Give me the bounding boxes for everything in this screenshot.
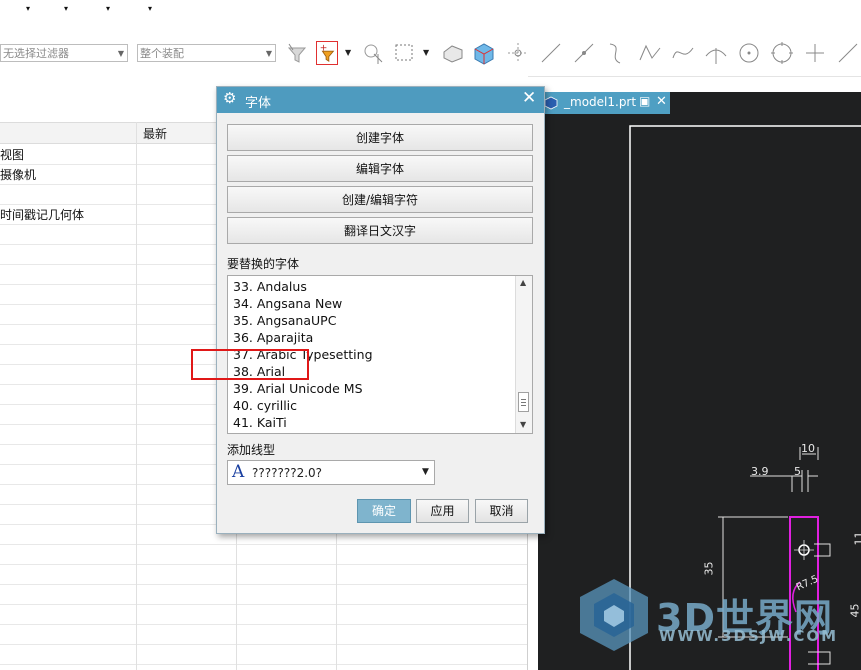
menu-dropdown-3[interactable]: ▾ bbox=[106, 4, 110, 13]
circle-center-icon[interactable] bbox=[769, 40, 795, 66]
nav-row bbox=[0, 544, 528, 565]
font-item[interactable]: 35. AngsanaUPC bbox=[233, 312, 336, 329]
nav-row bbox=[0, 564, 528, 585]
nav-row-label: 视图 bbox=[0, 148, 25, 162]
edit-font-button[interactable]: 编辑字体 bbox=[227, 155, 533, 182]
show-hide-icon[interactable] bbox=[440, 40, 466, 66]
toolbar: 无选择过滤器 ▼ 整个装配 ▼ + ▼ ▼ bbox=[0, 36, 861, 77]
font-glyph-icon: A bbox=[232, 462, 245, 482]
add-linetype-label: 添加线型 bbox=[227, 443, 276, 457]
chevron-down-icon: ▼ bbox=[117, 49, 124, 58]
dim-45: 45 bbox=[848, 603, 861, 618]
nav-row-label: 时间戳记几何体 bbox=[0, 208, 85, 222]
rectangle-select-icon[interactable] bbox=[392, 40, 418, 66]
nav-row bbox=[0, 624, 528, 645]
point-icon[interactable] bbox=[802, 40, 828, 66]
line-tool-icon[interactable] bbox=[835, 40, 861, 66]
column-latest[interactable]: 最新 bbox=[143, 125, 167, 142]
part-file-icon bbox=[544, 96, 558, 110]
create-edit-character-button[interactable]: 创建/编辑字符 bbox=[227, 186, 533, 213]
font-item[interactable]: 33. Andalus bbox=[233, 278, 307, 295]
move-handle-icon[interactable] bbox=[505, 40, 531, 66]
highlight-box bbox=[191, 349, 309, 380]
linetype-value: ???????2.0? bbox=[252, 466, 323, 480]
scroll-down-icon[interactable]: ▼ bbox=[520, 420, 526, 429]
dim-10: 10 bbox=[801, 442, 815, 455]
close-icon[interactable]: ✕ bbox=[522, 88, 536, 108]
line-two-point-icon[interactable] bbox=[571, 40, 597, 66]
dialog-title: 字体 bbox=[245, 96, 272, 111]
assembly-scope-value: 整个装配 bbox=[140, 47, 184, 60]
font-item[interactable]: 34. Angsana New bbox=[233, 295, 342, 312]
close-icon[interactable]: ✕ bbox=[656, 94, 667, 109]
assembly-scope-combo[interactable]: 整个装配 ▼ bbox=[137, 44, 276, 62]
general-selection-icon[interactable] bbox=[285, 40, 311, 66]
gear-icon: ⚙ bbox=[223, 89, 237, 107]
nav-row-label: 摄像机 bbox=[0, 168, 37, 182]
nav-row bbox=[0, 604, 528, 625]
arc-icon[interactable] bbox=[703, 40, 729, 66]
menu-dropdown-1[interactable]: ▾ bbox=[26, 4, 30, 13]
linetype-select[interactable]: A ???????2.0? ▼ bbox=[227, 460, 435, 485]
selection-filter-combo[interactable]: 无选择过滤器 ▼ bbox=[0, 44, 128, 62]
font-dialog: ⚙ 字体 ✕ 创建字体 编辑字体 创建/编辑字符 翻译日文汉字 要替换的字体 3… bbox=[216, 86, 545, 534]
column-divider bbox=[336, 516, 337, 670]
translate-kanji-button[interactable]: 翻译日文汉字 bbox=[227, 217, 533, 244]
watermark-url: WWW.3DSJW.COM bbox=[659, 627, 839, 645]
ok-button[interactable]: 确定 bbox=[357, 499, 411, 523]
replace-font-label: 要替换的字体 bbox=[227, 257, 300, 271]
cancel-button[interactable]: 取消 bbox=[475, 499, 528, 523]
solid-body-icon[interactable] bbox=[471, 40, 497, 66]
scroll-up-icon[interactable]: ▲ bbox=[520, 278, 526, 287]
curve-icon[interactable] bbox=[604, 40, 630, 66]
dim-35: 35 bbox=[702, 561, 716, 576]
apply-button[interactable]: 应用 bbox=[416, 499, 469, 523]
menu-dropdown-2[interactable]: ▾ bbox=[64, 4, 68, 13]
font-list-scrollbar[interactable]: ▲ ▼ bbox=[515, 276, 532, 433]
dim-5: 5 bbox=[794, 465, 801, 478]
tab-title: _model1.prt bbox=[564, 95, 637, 109]
column-divider bbox=[136, 122, 137, 670]
font-item[interactable]: 40. cyrillic bbox=[233, 397, 297, 414]
line-icon[interactable] bbox=[538, 40, 564, 66]
dim-3.9: 3.9 bbox=[751, 465, 769, 478]
nav-row bbox=[0, 584, 528, 605]
column-divider bbox=[236, 516, 237, 670]
menu-dropdown-4[interactable]: ▾ bbox=[148, 4, 152, 13]
font-item[interactable]: 41. KaiTi bbox=[233, 414, 287, 431]
spline-icon[interactable] bbox=[670, 40, 696, 66]
font-item[interactable]: 39. Arial Unicode MS bbox=[233, 380, 363, 397]
modified-icon: ▣ bbox=[639, 94, 651, 108]
chevron-down-icon[interactable]: ▼ bbox=[345, 48, 351, 57]
chevron-down-icon: ▼ bbox=[265, 49, 272, 58]
brand-logo-icon bbox=[580, 579, 648, 651]
font-item[interactable]: 36. Aparajita bbox=[233, 329, 313, 346]
chevron-down-icon[interactable]: ▼ bbox=[423, 48, 429, 57]
polyline-icon[interactable] bbox=[637, 40, 663, 66]
chevron-down-icon: ▼ bbox=[422, 467, 429, 477]
nav-row bbox=[0, 644, 528, 665]
tab-model1[interactable]: _model1.prt ▣ ✕ bbox=[540, 92, 670, 114]
snap-point-icon[interactable] bbox=[360, 40, 386, 66]
scrollbar-thumb[interactable] bbox=[518, 392, 529, 412]
dialog-title-bar[interactable]: ⚙ 字体 ✕ bbox=[217, 87, 544, 113]
circle-icon[interactable] bbox=[736, 40, 762, 66]
dim-11: 11 bbox=[852, 531, 861, 546]
create-font-button[interactable]: 创建字体 bbox=[227, 124, 533, 151]
selection-filter-value: 无选择过滤器 bbox=[3, 47, 69, 60]
menu-bar: ▾ ▾ ▾ ▾ bbox=[0, 0, 861, 36]
filter-icon[interactable]: + bbox=[316, 41, 338, 65]
